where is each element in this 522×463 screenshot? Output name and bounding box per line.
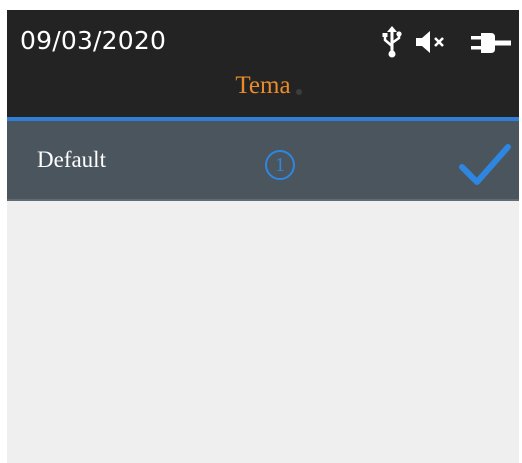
usb-icon <box>382 26 402 58</box>
checkmark-icon <box>459 144 511 185</box>
power-plug-icon <box>471 33 511 53</box>
theme-option-label: Default <box>37 147 106 172</box>
device-screen: 09/03/2020 Tema Default 1 <box>7 10 519 463</box>
title-indicator-dot <box>296 89 302 95</box>
content-area <box>7 201 519 463</box>
theme-option-default[interactable]: Default 1 <box>7 121 519 201</box>
speaker-muted-icon <box>416 31 444 53</box>
status-icons <box>377 24 519 60</box>
date-display: 09/03/2020 <box>20 26 167 55</box>
callout-marker: 1 <box>265 150 295 180</box>
page-title: Tema <box>235 72 291 99</box>
header-bar: 09/03/2020 Tema <box>7 10 519 117</box>
